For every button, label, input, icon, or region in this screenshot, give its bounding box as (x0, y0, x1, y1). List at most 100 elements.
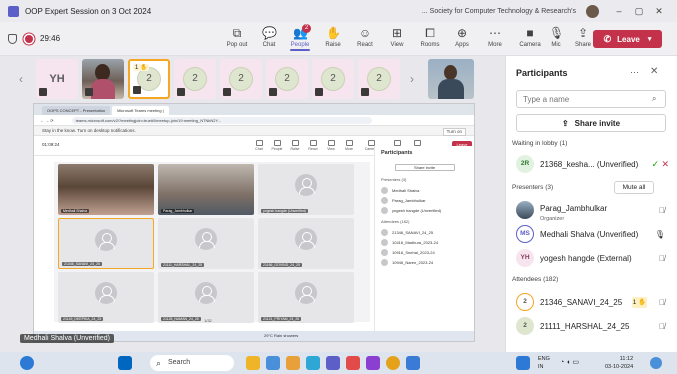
strip-next-button[interactable]: › (405, 69, 419, 89)
notification-icon[interactable] (650, 357, 662, 369)
strip-prev-button[interactable]: ‹ (14, 69, 28, 89)
taskbar-search[interactable]: Search (150, 355, 234, 371)
raised-hand-badge: 1 ✋ (133, 64, 150, 71)
leave-button[interactable]: ✆ Leave ▾ (593, 30, 662, 48)
profile-avatar[interactable] (586, 4, 599, 18)
attendees-section-header[interactable]: Attendees (182) (512, 276, 558, 283)
participant-tile[interactable]: 2 (174, 59, 216, 99)
shared-panel-row: 21346_SANAVI_24_25 (381, 227, 468, 237)
organization-name[interactable]: ... Society for Computer Technology & Re… (422, 8, 576, 15)
weather-widget-icon[interactable] (20, 356, 34, 370)
panel-close-icon[interactable]: ✕ (650, 66, 658, 77)
avatar (516, 201, 534, 219)
apps-button[interactable]: ⊕ Apps (445, 26, 479, 48)
chat-button[interactable]: 💬 Chat (252, 26, 286, 48)
mute-all-button[interactable]: Mute all (614, 181, 654, 194)
app-icon[interactable] (266, 356, 280, 370)
presenters-section-header[interactable]: Presenters (3) (512, 184, 553, 191)
more-options-icon[interactable]: ... (422, 8, 428, 15)
shared-timer: 01:09:24 (42, 142, 60, 147)
pop-out-button[interactable]: ⧉ Pop out (220, 26, 254, 48)
app-icon[interactable] (246, 356, 260, 370)
share-invite-button[interactable]: ⇪ Share invite (516, 114, 666, 132)
person-placeholder-icon (295, 228, 317, 251)
participant-search-input[interactable] (516, 90, 666, 108)
file-explorer-icon[interactable] (286, 356, 300, 370)
meeting-title: OOP Expert Session on 3 Oct 2024 (25, 6, 152, 16)
start-button-icon[interactable] (118, 356, 132, 370)
app-icon[interactable] (366, 356, 380, 370)
language-indicator[interactable]: ENG IN (538, 355, 550, 371)
avatar: 2R (516, 155, 534, 173)
app-icon[interactable] (406, 356, 420, 370)
participant-tile[interactable]: 2 (266, 59, 308, 99)
participant-row[interactable]: MS Medhali Shalva (Unverified) 🎙 (516, 224, 671, 244)
shared-url: teams.microsoft.com/v2/?meetingjoin=true… (71, 116, 372, 124)
shared-grid-tile: yogesh hangde (Unverified) (258, 164, 354, 215)
participants-panel: Participants ⋯ ✕ ⌕ ⇪ Share invite Waitin… (505, 56, 677, 352)
participant-tile[interactable]: 2 (358, 59, 400, 99)
rooms-button[interactable]: ⧠ Rooms (413, 26, 447, 48)
shared-tile-name: 21149_DEEPIKA_24_25 (61, 317, 104, 321)
leave-label: Leave (617, 34, 640, 44)
shared-toolbar-button: More (342, 140, 356, 151)
lobby-row[interactable]: 2R 21368_kesha... (Unverified) ✓ ✕ (516, 154, 671, 174)
self-video-tile[interactable] (428, 59, 474, 99)
phone-icon: ✆ (603, 33, 612, 44)
taskbar-clock[interactable]: 11:12 03-10-2024 (605, 355, 633, 371)
shared-share-invite: Share invite (394, 164, 455, 171)
panel-more-icon[interactable]: ⋯ (630, 67, 639, 78)
shared-panel-row: Medhali Shalva (381, 185, 468, 195)
toolbar-button-label: Camera (519, 42, 541, 48)
participant-row[interactable]: YH yogesh hangde (External) 🎙̸ (516, 248, 671, 268)
teams-meeting-window: OOP Expert Session on 3 Oct 2024 ... Soc… (0, 0, 677, 374)
deny-icon[interactable]: ✕ (661, 159, 669, 170)
popout-icon: ⧉ (232, 26, 242, 40)
shared-toolbar-label: View (327, 147, 335, 151)
more-button[interactable]: ⋯ More (478, 26, 512, 48)
participant-tile[interactable]: YH (36, 59, 78, 99)
edge-icon[interactable] (306, 356, 320, 370)
mic-off-icon (133, 86, 141, 94)
participant-strip: ‹ YH 2 1 ✋ 2 2 2 2 2 › (0, 56, 505, 102)
shared-grid-tile: 21111_HARSHAL_24_25 (158, 218, 254, 269)
raise-button[interactable]: ✋ Raise (316, 26, 350, 48)
maximize-button[interactable]: ▢ (629, 6, 649, 17)
shared-toolbar-label: People (271, 147, 283, 151)
search-icon: ⌕ (652, 94, 657, 103)
participant-row[interactable]: Parag_Jambhulkar Organizer 🎙̸ (516, 200, 671, 222)
people-button[interactable]: 👥 2 People (283, 24, 317, 51)
participant-tile[interactable]: 21 ✋ (128, 59, 170, 99)
app-icon[interactable] (346, 356, 360, 370)
participant-row[interactable]: 2 21111_HARSHAL_24_25 🎙̸ (516, 316, 671, 336)
participant-tile[interactable]: 2 (220, 59, 262, 99)
view-button[interactable]: ⊞ View (380, 26, 414, 48)
lobby-section-header[interactable]: Waiting in lobby (1) (512, 140, 567, 147)
chevron-down-icon[interactable]: ▾ (648, 35, 652, 43)
teams-icon[interactable] (326, 356, 340, 370)
shared-grid-tile: 21346_SANAVI_24_25 (58, 218, 154, 269)
toolbar-button-label: Raise (325, 42, 341, 48)
participant-name: Parag_Jambhulkar (540, 204, 608, 213)
participant-tile[interactable]: 2 (312, 59, 354, 99)
nav-arrows-icon: ← → ⟳ (40, 117, 54, 123)
shared-tile-name: 21166_GOVIND_24_25 (261, 263, 302, 267)
mic-icon: 🎙 (654, 229, 665, 239)
shared-section-attendees: Attendees (182) (381, 219, 410, 224)
chrome-icon[interactable] (386, 356, 400, 370)
shared-panel-row: yogesh hangde (Unverified) (381, 205, 468, 215)
shared-row-name: yogesh hangde (Unverified) (392, 207, 442, 213)
participant-tile[interactable] (82, 59, 124, 99)
close-window-button[interactable]: ✕ (649, 6, 669, 17)
meeting-status: 29:46 (8, 33, 60, 44)
admit-icon[interactable]: ✓ (651, 159, 659, 170)
tray-app-icon[interactable] (516, 356, 530, 370)
participant-row[interactable]: 2 21346_SANAVI_24_25 1 ✋ 🎙̸ (516, 292, 671, 312)
minimize-button[interactable]: – (609, 6, 629, 16)
shared-panel-title: Participants (381, 150, 413, 156)
wifi-volume-battery-icon[interactable]: ◔ ◖ ▭ (560, 358, 579, 366)
shared-grid-tile: 21121_PRIYAM_24_25 (258, 272, 354, 323)
participant-name: 21346_SANAVI_24_25 (540, 297, 623, 307)
meeting-toolbar: 29:46 ⧉ Pop out 💬 Chat 👥 2 People ✋ Raise ☺ React ⊞… (0, 22, 677, 56)
react-button[interactable]: ☺ React (348, 26, 382, 48)
